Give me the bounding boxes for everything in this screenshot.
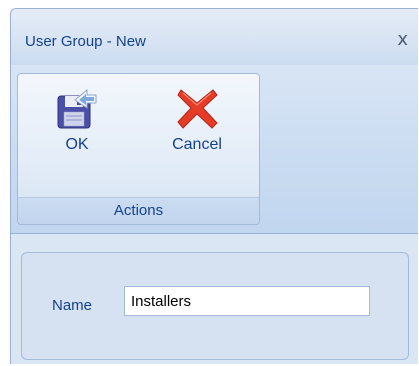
red-x-icon xyxy=(177,89,218,129)
save-floppy-icon xyxy=(57,88,97,129)
dialog-window: User Group - New x OK Cancel Actions Nam… xyxy=(10,8,418,364)
title-bar: User Group - New x xyxy=(11,9,418,65)
cancel-button[interactable]: Cancel xyxy=(158,80,236,190)
form-area: Name xyxy=(11,234,418,364)
ribbon-group-actions: OK Cancel Actions xyxy=(17,73,260,225)
window-title: User Group - New xyxy=(25,33,146,50)
cancel-button-label: Cancel xyxy=(172,136,222,153)
ok-button[interactable]: OK xyxy=(46,80,108,190)
ok-button-label: OK xyxy=(65,136,89,153)
close-button[interactable]: x xyxy=(397,31,408,49)
form-panel: Name xyxy=(21,252,409,360)
ribbon: OK Cancel Actions xyxy=(11,65,418,234)
name-input[interactable] xyxy=(124,286,370,316)
ribbon-group-label: Actions xyxy=(18,197,259,224)
name-label: Name xyxy=(52,297,93,314)
